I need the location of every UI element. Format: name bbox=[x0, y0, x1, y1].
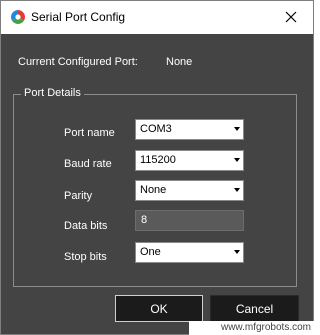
ok-button[interactable]: OK bbox=[115, 295, 203, 322]
current-port-label: Current Configured Port: bbox=[18, 56, 138, 68]
port-name-value: COM3 bbox=[140, 123, 172, 135]
current-port-value: None bbox=[166, 56, 193, 68]
parity-select[interactable]: None bbox=[135, 180, 244, 201]
port-name-select[interactable]: COM3 bbox=[135, 119, 244, 140]
cancel-button[interactable]: Cancel bbox=[210, 295, 299, 322]
dropdown-arrow-icon bbox=[234, 158, 240, 162]
dropdown-arrow-icon bbox=[234, 250, 240, 254]
stop-bits-label: Stop bits bbox=[64, 251, 107, 263]
dropdown-arrow-icon bbox=[234, 127, 240, 131]
dropdown-arrow-icon bbox=[234, 188, 240, 192]
app-logo-icon bbox=[11, 10, 25, 24]
data-bits-field[interactable]: 8 bbox=[135, 210, 244, 231]
parity-label: Parity bbox=[64, 190, 93, 202]
baud-rate-select[interactable]: 115200 bbox=[135, 150, 244, 171]
baud-rate-label: Baud rate bbox=[64, 158, 112, 170]
close-button[interactable] bbox=[269, 1, 313, 33]
port-name-label: Port name bbox=[64, 127, 115, 139]
parity-value: None bbox=[140, 184, 167, 196]
data-bits-label: Data bits bbox=[64, 220, 108, 232]
serial-port-config-dialog: Serial Port Config Current Configured Po… bbox=[0, 0, 315, 335]
watermark-text: www.mfgrobots.com bbox=[189, 321, 315, 335]
stop-bits-select[interactable]: One bbox=[135, 242, 244, 263]
data-bits-value: 8 bbox=[141, 214, 148, 226]
window-title: Serial Port Config bbox=[31, 10, 126, 24]
stop-bits-value: One bbox=[140, 246, 161, 258]
port-details-legend: Port Details bbox=[21, 86, 84, 100]
title-bar[interactable]: Serial Port Config bbox=[1, 1, 313, 34]
close-icon bbox=[285, 11, 297, 23]
baud-rate-value: 115200 bbox=[140, 154, 176, 166]
